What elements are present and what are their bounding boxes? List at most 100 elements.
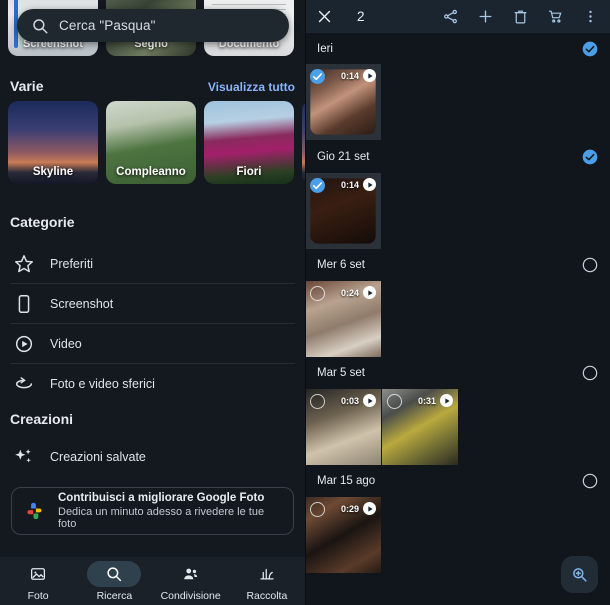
varie-card-skyline[interactable]: Skyline (8, 101, 98, 184)
trash-icon[interactable] (512, 8, 529, 25)
nav-label: Condivisione (160, 589, 221, 602)
creazioni-item-salvate[interactable]: Creazioni salvate (10, 437, 295, 477)
selection-toolbar: 2 (305, 0, 610, 33)
creazioni-label: Creazioni salvate (50, 450, 146, 464)
category-item-sferici[interactable]: Foto e video sferici (10, 364, 295, 404)
view-all-link[interactable]: Visualizza tutto (208, 80, 295, 94)
section-title-categorie: Categorie (10, 214, 75, 230)
media-thumbnail[interactable]: 0:14 (305, 173, 381, 249)
select-check-icon[interactable] (310, 178, 325, 193)
nav-pill (87, 560, 142, 587)
search-pane: Screenshot Segno Documento Cerca "Pasqua… (0, 0, 305, 605)
promo-text-block: Contribuisci a migliorare Google Foto De… (58, 492, 283, 530)
lens-zoom-icon (573, 568, 587, 582)
varie-card-label: Compleanno (116, 166, 186, 178)
group-select-checkbox[interactable] (582, 149, 598, 165)
duration-badge: 0:31 (418, 394, 453, 407)
people-icon (183, 568, 197, 579)
nav-item-condivisione[interactable]: Condivisione (153, 561, 229, 602)
nav-label: Foto (27, 589, 49, 602)
search-input[interactable]: Cerca "Pasqua" (59, 18, 156, 33)
group-header: Gio 21 set (305, 140, 610, 173)
play-icon (363, 394, 376, 407)
varie-card-label: Fiori (236, 166, 262, 178)
plus-icon[interactable] (477, 8, 494, 25)
selection-pane: 2 Ieri 0:14 Gio 21 set 0:14 Mer 6 set 0:… (305, 0, 610, 605)
media-thumbnail[interactable]: 0:24 (305, 281, 381, 357)
duration-badge: 0:14 (341, 69, 376, 82)
group-select-checkbox[interactable] (582, 473, 598, 489)
select-check-icon[interactable] (310, 394, 325, 409)
category-item-video[interactable]: Video (10, 324, 295, 364)
nav-pill (164, 561, 218, 587)
duration-text: 0:29 (340, 503, 359, 514)
more-vert-icon[interactable] (582, 8, 599, 25)
category-item-preferiti[interactable]: Preferiti (10, 244, 295, 284)
duration-text: 0:14 (340, 179, 359, 190)
group-select-checkbox[interactable] (582, 257, 598, 273)
varie-section-header: Varie Visualizza tutto (10, 78, 295, 94)
duration-text: 0:14 (340, 70, 359, 81)
duration-text: 0:24 (340, 287, 359, 298)
nav-pill (11, 561, 65, 587)
selection-count: 2 (357, 8, 365, 24)
group-title: Mar 5 set (317, 367, 365, 379)
select-check-icon[interactable] (387, 394, 402, 409)
select-check-icon[interactable] (310, 286, 325, 301)
media-thumbnail[interactable]: 0:14 (305, 64, 381, 140)
cart-icon[interactable] (547, 8, 564, 25)
date-groups: Ieri 0:14 Gio 21 set 0:14 Mer 6 set 0:24… (305, 33, 610, 605)
media-thumbnail[interactable]: 0:03 (305, 389, 381, 465)
thumbnail-row: 0:03 0:31 (305, 389, 610, 465)
date-group: Mar 5 set 0:03 0:31 (305, 357, 610, 465)
close-icon[interactable] (316, 8, 333, 25)
duration-badge: 0:24 (341, 286, 376, 299)
duration-text: 0:03 (340, 395, 359, 406)
group-header: Mar 5 set (305, 357, 610, 389)
duration-badge: 0:29 (341, 502, 376, 515)
search-icon (31, 17, 49, 35)
date-group: Mar 15 ago 0:29 (305, 465, 610, 573)
category-label: Preferiti (50, 256, 94, 271)
share-icon[interactable] (442, 8, 459, 25)
varie-card-compleanno[interactable]: Compleanno (106, 101, 196, 184)
category-item-screenshot[interactable]: Screenshot (10, 284, 295, 324)
group-select-checkbox[interactable] (582, 365, 598, 381)
thumbnail-row: 0:14 (305, 173, 610, 249)
play-icon (440, 394, 453, 407)
category-label: Screenshot (50, 296, 114, 311)
bottom-navigation: Foto Ricerca Condivisione Raccolta (0, 557, 305, 605)
varie-card-fiori[interactable]: Fiori (204, 101, 294, 184)
google-photos-hand-icon (22, 498, 48, 524)
pane-divider (305, 0, 306, 605)
sparkle-icon (13, 446, 35, 468)
section-title-varie: Varie (10, 78, 44, 94)
nav-item-ricerca[interactable]: Ricerca (76, 560, 152, 602)
category-label: Video (50, 336, 82, 351)
duration-badge: 0:03 (341, 394, 376, 407)
category-label: Foto e video sferici (50, 377, 155, 391)
phone-icon (13, 293, 35, 315)
group-title: Ieri (317, 42, 333, 55)
group-header: Mer 6 set (305, 249, 610, 281)
media-thumbnail[interactable]: 0:31 (382, 389, 458, 465)
date-group: Mer 6 set 0:24 (305, 249, 610, 357)
duration-badge: 0:14 (341, 178, 376, 191)
select-check-icon[interactable] (310, 69, 325, 84)
photo-icon (31, 567, 46, 580)
media-thumbnail[interactable]: 0:29 (305, 497, 381, 573)
group-title: Mar 15 ago (317, 475, 376, 487)
group-header: Ieri (305, 33, 610, 64)
nav-label: Ricerca (96, 589, 133, 602)
creazioni-section-header: Creazioni (10, 411, 295, 427)
library-icon (260, 568, 274, 580)
nav-item-foto[interactable]: Foto (0, 561, 76, 602)
nav-item-raccolta[interactable]: Raccolta (229, 561, 305, 602)
group-select-checkbox[interactable] (582, 41, 598, 57)
feedback-promo-card[interactable]: Contribuisci a migliorare Google Foto De… (11, 487, 294, 535)
star-icon (13, 253, 35, 275)
lens-search-fab[interactable] (561, 556, 598, 593)
select-check-icon[interactable] (310, 502, 325, 517)
varie-card-label: Skyline (32, 166, 74, 178)
search-bar[interactable]: Cerca "Pasqua" (17, 9, 289, 42)
